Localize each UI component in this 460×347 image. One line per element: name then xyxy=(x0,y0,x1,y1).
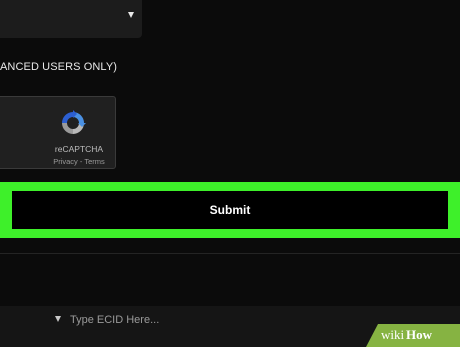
chevron-down-icon xyxy=(128,12,134,18)
wikihow-wiki-text: wiki xyxy=(381,327,405,342)
recaptcha-logo-icon xyxy=(62,110,86,134)
recaptcha-privacy-terms[interactable]: Privacy - Terms xyxy=(49,157,109,166)
divider xyxy=(0,253,460,254)
ecid-input[interactable] xyxy=(68,309,352,331)
recaptcha-label: reCAPTCHA xyxy=(54,144,104,154)
advanced-users-label: ANCED USERS ONLY) xyxy=(0,61,118,73)
submit-button[interactable]: Submit xyxy=(12,191,448,229)
wikihow-how-text: How xyxy=(406,327,432,342)
top-select-dropdown[interactable] xyxy=(0,0,142,38)
chevron-down-icon[interactable] xyxy=(55,316,61,322)
